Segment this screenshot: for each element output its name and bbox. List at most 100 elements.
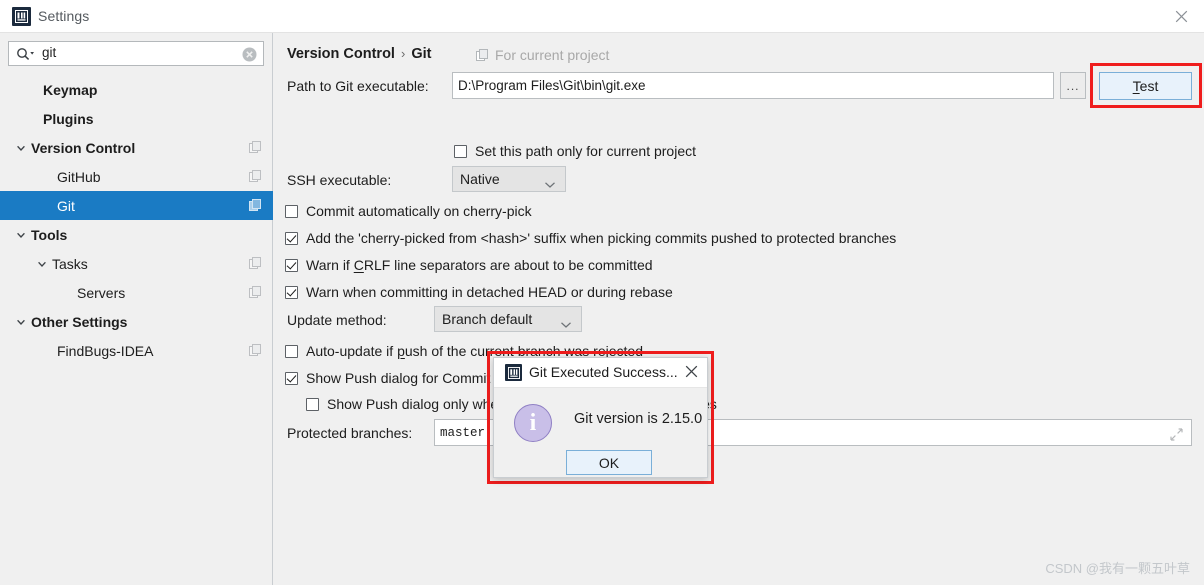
- test-button-label: Test: [1133, 78, 1159, 94]
- sidebar-item-label: Keymap: [43, 81, 98, 98]
- show-push-dialog-only-checkbox[interactable]: [306, 397, 319, 411]
- sidebar-item-version-control[interactable]: Version Control: [0, 133, 273, 162]
- ssh-executable-value: Native: [460, 171, 500, 187]
- intellij-idea-icon: [505, 364, 522, 381]
- breadcrumb-separator: ›: [400, 46, 406, 61]
- protected-branches-value: master: [440, 425, 486, 440]
- sidebar-item-label: Version Control: [31, 139, 136, 156]
- copy-scope-icon: [249, 170, 262, 186]
- search-input[interactable]: git: [8, 41, 264, 66]
- chevron-down-icon: [544, 176, 556, 192]
- commit-auto-cherry-pick-label: Commit automatically on cherry-pick: [306, 203, 532, 219]
- dialog-ok-button[interactable]: OK: [566, 450, 652, 475]
- sidebar-item-keymap[interactable]: Keymap: [0, 75, 273, 104]
- warn-crlf-label: Warn if CRLF line separators are about t…: [306, 257, 653, 273]
- sidebar-item-tasks[interactable]: Tasks: [0, 249, 273, 278]
- sidebar-item-label: Git: [57, 197, 75, 214]
- warn-crlf-checkbox[interactable]: [285, 258, 298, 272]
- search-value: git: [42, 45, 57, 60]
- copy-scope-icon: [249, 344, 262, 360]
- protected-branches-label: Protected branches:: [287, 425, 413, 441]
- settings-sidebar: git Keymap Plugins Version Control GitHu…: [0, 33, 273, 585]
- copy-scope-icon: [249, 286, 262, 302]
- commit-auto-cherry-pick-row[interactable]: Commit automatically on cherry-pick: [285, 203, 532, 219]
- sidebar-item-label: GitHub: [57, 168, 101, 185]
- show-push-dialog-checkbox[interactable]: [285, 371, 298, 385]
- warn-crlf-mnemonic: C: [353, 257, 364, 273]
- search-icon: [16, 46, 36, 65]
- auto-update-label-pre: Auto-update if: [306, 343, 398, 359]
- commit-auto-cherry-pick-checkbox[interactable]: [285, 204, 298, 218]
- warn-crlf-label-post: RLF line separators are about to be comm…: [363, 257, 653, 273]
- expand-icon[interactable]: [1170, 428, 1183, 445]
- copy-scope-icon: [249, 257, 262, 273]
- auto-update-mnemonic: p: [397, 343, 405, 359]
- sidebar-item-servers[interactable]: Servers: [0, 278, 273, 307]
- warn-detached-head-checkbox[interactable]: [285, 285, 298, 299]
- breadcrumb: Version Control › Git: [287, 46, 431, 62]
- chevron-down-icon[interactable]: [35, 257, 49, 271]
- sidebar-item-label: Tasks: [52, 255, 88, 272]
- dialog-close-button[interactable]: [685, 365, 698, 381]
- sidebar-item-label: Other Settings: [31, 313, 128, 330]
- watermark: CSDN @我有一颗五叶草: [1045, 561, 1190, 576]
- sidebar-item-findbugs-idea[interactable]: FindBugs-IDEA: [0, 336, 273, 365]
- add-cherry-picked-suffix-row[interactable]: Add the 'cherry-picked from <hash>' suff…: [285, 230, 896, 246]
- window-close-button[interactable]: [1158, 0, 1204, 32]
- for-current-project-label: For current project: [476, 47, 609, 63]
- update-method-select[interactable]: Branch default: [434, 306, 582, 332]
- test-button[interactable]: Test: [1099, 72, 1192, 100]
- chevron-down-icon[interactable]: [14, 141, 28, 155]
- dialog-message: Git version is 2.15.0: [574, 411, 703, 427]
- for-current-project-text: For current project: [495, 47, 610, 63]
- copy-scope-icon: [249, 141, 262, 157]
- browse-path-button[interactable]: ...: [1060, 72, 1086, 99]
- sidebar-item-label: Tools: [31, 226, 68, 243]
- settings-main-panel: Version Control › Git For current project …: [274, 33, 1204, 585]
- chevron-down-icon[interactable]: [14, 228, 28, 242]
- add-cherry-picked-suffix-checkbox[interactable]: [285, 231, 298, 245]
- ssh-executable-select[interactable]: Native: [452, 166, 566, 192]
- settings-window: Settings git Keymap Plugins Version Cont…: [0, 0, 1204, 585]
- sidebar-item-other-settings[interactable]: Other Settings: [0, 307, 273, 336]
- close-icon: [1175, 10, 1187, 22]
- warn-crlf-label-pre: Warn if: [306, 257, 354, 273]
- git-executable-path-value: D:\Program Files\Git\bin\git.exe: [458, 78, 646, 93]
- copy-scope-icon: [476, 48, 489, 62]
- auto-update-push-rejected-checkbox[interactable]: [285, 344, 298, 358]
- set-path-only-checkbox[interactable]: [454, 144, 467, 158]
- path-to-git-label: Path to Git executable:: [287, 78, 429, 94]
- warn-crlf-row[interactable]: Warn if CRLF line separators are about t…: [285, 257, 653, 273]
- sidebar-item-plugins[interactable]: Plugins: [0, 104, 273, 133]
- sidebar-item-label: Plugins: [43, 110, 94, 127]
- git-executable-path-input[interactable]: D:\Program Files\Git\bin\git.exe: [452, 72, 1054, 99]
- breadcrumb-current: Git: [411, 46, 432, 62]
- warn-detached-head-label: Warn when committing in detached HEAD or…: [306, 284, 673, 300]
- settings-tree: Keymap Plugins Version Control GitHub Gi…: [0, 75, 273, 365]
- intellij-idea-icon: [12, 7, 31, 26]
- window-title: Settings: [38, 8, 90, 24]
- dialog-titlebar: Git Executed Success...: [494, 358, 707, 388]
- close-icon: [685, 365, 698, 378]
- sidebar-item-git[interactable]: Git: [0, 191, 273, 220]
- info-icon: i: [514, 404, 552, 442]
- window-titlebar: Settings: [0, 0, 1204, 33]
- ssh-executable-label: SSH executable:: [287, 172, 392, 188]
- breadcrumb-parent[interactable]: Version Control: [287, 46, 395, 62]
- clear-icon[interactable]: [242, 47, 257, 65]
- info-glyph: i: [529, 410, 537, 436]
- set-path-only-label: Set this path only for current project: [475, 143, 696, 159]
- warn-detached-head-row[interactable]: Warn when committing in detached HEAD or…: [285, 284, 673, 300]
- set-path-only-checkbox-row[interactable]: Set this path only for current project: [454, 143, 696, 159]
- search-field-wrapper: git: [8, 41, 264, 66]
- sidebar-item-label: FindBugs-IDEA: [57, 342, 154, 359]
- sidebar-item-github[interactable]: GitHub: [0, 162, 273, 191]
- chevron-down-icon[interactable]: [14, 315, 28, 329]
- test-label-rest: est: [1139, 78, 1159, 94]
- sidebar-item-label: Servers: [77, 284, 126, 301]
- sidebar-item-tools[interactable]: Tools: [0, 220, 273, 249]
- git-success-dialog: Git Executed Success... i Git version is…: [493, 357, 708, 478]
- dialog-title: Git Executed Success...: [529, 364, 678, 380]
- update-method-value: Branch default: [442, 311, 533, 327]
- update-method-label: Update method:: [287, 312, 387, 328]
